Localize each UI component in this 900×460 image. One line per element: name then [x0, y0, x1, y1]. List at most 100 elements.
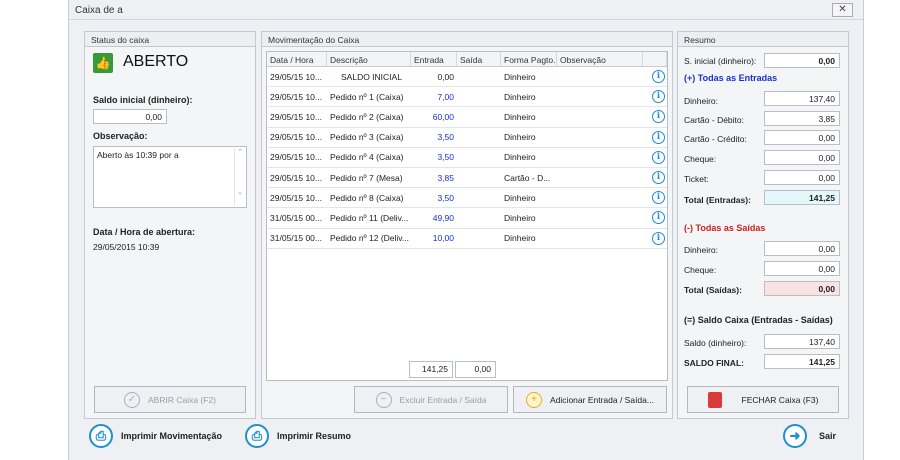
s-cheque-value: 0,00 [764, 261, 840, 276]
info-cell: i [643, 130, 667, 144]
col-data-hora[interactable]: Data / Hora [267, 52, 327, 66]
movimentacao-grid: Data / Hora Descrição Entrada Saída Form… [266, 51, 668, 381]
saldo-inicial-input[interactable]: 0,00 [93, 109, 167, 124]
cheque-value: 0,00 [764, 150, 840, 165]
cell-data-hora: 29/05/15 10... [270, 91, 322, 102]
col-descricao[interactable]: Descrição [327, 52, 411, 66]
info-icon[interactable]: i [652, 211, 665, 225]
movimentacao-panel: Movimentação do Caixa Data / Hora Descri… [261, 31, 673, 419]
credito-label: Cartão - Crédito: [684, 134, 747, 144]
total-entrada-field: 141,25 [409, 361, 453, 378]
info-cell: i [643, 150, 667, 164]
table-row[interactable]: 29/05/15 10... Pedido nº 3 (Caixa) 3,50 Din… [267, 128, 667, 148]
info-icon[interactable]: i [652, 130, 665, 144]
table-row[interactable]: 31/05/15 00... Pedido nº 11 (Deliv... 49,9… [267, 208, 667, 229]
table-row[interactable]: 29/05/15 10... Pedido nº 8 (Caixa) 3,50 Din… [267, 188, 667, 209]
col-info [643, 52, 667, 66]
printer-icon: ⎙ [245, 424, 269, 448]
cell-data-hora: 29/05/15 10... [270, 111, 322, 122]
abrir-caixa-label: ABRIR Caixa (F2) [147, 394, 216, 405]
table-row[interactable]: 29/05/15 10... Pedido nº 4 (Caixa) 3,50 Din… [267, 148, 667, 168]
grid-header: Data / Hora Descrição Entrada Saída Form… [267, 52, 667, 67]
cell-entrada: 3,50 [437, 152, 454, 163]
info-cell: i [643, 90, 667, 104]
cell-descricao: SALDO INICIAL [341, 71, 402, 82]
cell-descricao: Pedido nº 11 (Deliv... [330, 212, 409, 223]
imprimir-movimentacao-label: Imprimir Movimentação [121, 431, 223, 441]
s-inicial-value: 0,00 [764, 53, 840, 68]
minus-icon: − [375, 391, 392, 408]
cell-forma-pagto: Dinheiro [504, 192, 536, 203]
sair-label: Sair [819, 431, 837, 441]
info-icon[interactable]: i [652, 150, 665, 164]
table-row[interactable]: 29/05/15 10... Pedido nº 7 (Mesa) 3,85 Cart… [267, 168, 667, 189]
info-icon[interactable]: i [652, 171, 665, 185]
check-icon: ✓ [123, 391, 140, 408]
imprimir-movimentacao-button[interactable]: ⎙ Imprimir Movimentação [89, 424, 222, 448]
imprimir-resumo-label: Imprimir Resumo [277, 431, 352, 441]
col-observacao[interactable]: Observação [557, 52, 643, 66]
textarea-scrollbar[interactable]: ⌃ ⌄ [234, 148, 245, 206]
cell-descricao: Pedido nº 8 (Caixa) [330, 192, 404, 203]
cell-entrada: 7,00 [437, 91, 454, 102]
info-icon[interactable]: i [652, 191, 665, 205]
status-state: ABERTO [123, 53, 189, 70]
adicionar-button[interactable]: + Adicionar Entrada / Saída... [513, 386, 667, 413]
excluir-label: Excluir Entrada / Saída [399, 394, 487, 405]
info-icon[interactable]: i [652, 90, 665, 104]
plus-icon: + [526, 391, 543, 408]
total-saidas-label: Total (Saídas): [684, 285, 742, 295]
dinheiro-value: 137,40 [764, 91, 840, 106]
excluir-button[interactable]: − Excluir Entrada / Saída [354, 386, 508, 413]
sair-button[interactable]: ➜ Sair [783, 424, 836, 448]
total-saida-field: 0,00 [455, 361, 496, 378]
cell-entrada: 49,90 [432, 212, 454, 223]
col-saida[interactable]: Saída [457, 52, 501, 66]
observacao-text: Aberto às 10:39 por a [97, 150, 179, 160]
imprimir-resumo-button[interactable]: ⎙ Imprimir Resumo [245, 424, 351, 448]
cell-descricao: Pedido nº 1 (Caixa) [330, 91, 404, 102]
cell-forma-pagto: Dinheiro [504, 91, 536, 102]
saldo-final-value: 141,25 [764, 354, 840, 369]
cell-forma-pagto: Dinheiro [504, 71, 536, 82]
saldo-dinheiro-label: Saldo (dinheiro): [684, 338, 747, 348]
arrow-right-icon: ➜ [783, 424, 807, 448]
table-row[interactable]: 29/05/15 10... Pedido nº 1 (Caixa) 7,00 Din… [267, 87, 667, 108]
cell-forma-pagto: Cartão - D... [504, 172, 551, 183]
col-entrada[interactable]: Entrada [411, 52, 457, 66]
cheque-label: Cheque: [684, 154, 717, 164]
fechar-caixa-button[interactable]: FECHAR Caixa (F3) [687, 386, 839, 413]
resumo-panel-header: Resumo [678, 32, 848, 47]
fechar-caixa-label: FECHAR Caixa (F3) [741, 394, 819, 405]
table-row[interactable]: 31/05/15 00... Pedido nº 12 (Deliv... 10,0… [267, 229, 667, 249]
info-icon[interactable]: i [652, 231, 665, 245]
saldo-dinheiro-value: 137,40 [764, 334, 840, 349]
saidas-title: (-) Todas as Saídas [684, 223, 766, 233]
info-icon[interactable]: i [652, 70, 665, 84]
cell-forma-pagto: Dinheiro [504, 233, 536, 244]
debito-label: Cartão - Débito: [684, 115, 744, 125]
info-cell: i [643, 110, 667, 124]
col-forma-pagto[interactable]: Forma Pagto. [501, 52, 557, 66]
title-bar: Caixa de a ✕ [69, 0, 863, 20]
cell-forma-pagto: Dinheiro [504, 212, 536, 223]
table-row[interactable]: 29/05/15 10... Pedido nº 2 (Caixa) 60,00 Di… [267, 107, 667, 128]
cell-data-hora: 31/05/15 00... [270, 233, 322, 244]
info-icon[interactable]: i [652, 110, 665, 124]
ticket-value: 0,00 [764, 170, 840, 185]
window-title: Caixa de a [75, 5, 123, 16]
observacao-textarea[interactable]: Aberto às 10:39 por a ⌃ ⌄ [93, 146, 247, 208]
close-button[interactable]: ✕ [832, 3, 853, 17]
cell-forma-pagto: Dinheiro [504, 152, 536, 163]
cash-register-window: Caixa de a ✕ Status do caixa 👍 ABERTO Sa… [68, 0, 864, 460]
abrir-caixa-button[interactable]: ✓ ABRIR Caixa (F2) [94, 386, 246, 413]
cell-data-hora: 29/05/15 10... [270, 152, 322, 163]
s-dinheiro-value: 0,00 [764, 241, 840, 256]
table-row[interactable]: 29/05/15 10... SALDO INICIAL 0,00 Dinheiro i [267, 67, 667, 88]
cell-entrada: 3,50 [437, 132, 454, 143]
s-dinheiro-label: Dinheiro: [684, 245, 719, 255]
cell-descricao: Pedido nº 2 (Caixa) [330, 111, 404, 122]
s-inicial-label: S. inicial (dinheiro): [684, 56, 757, 66]
cell-data-hora: 31/05/15 00... [270, 212, 322, 223]
cell-entrada: 3,50 [437, 192, 454, 203]
